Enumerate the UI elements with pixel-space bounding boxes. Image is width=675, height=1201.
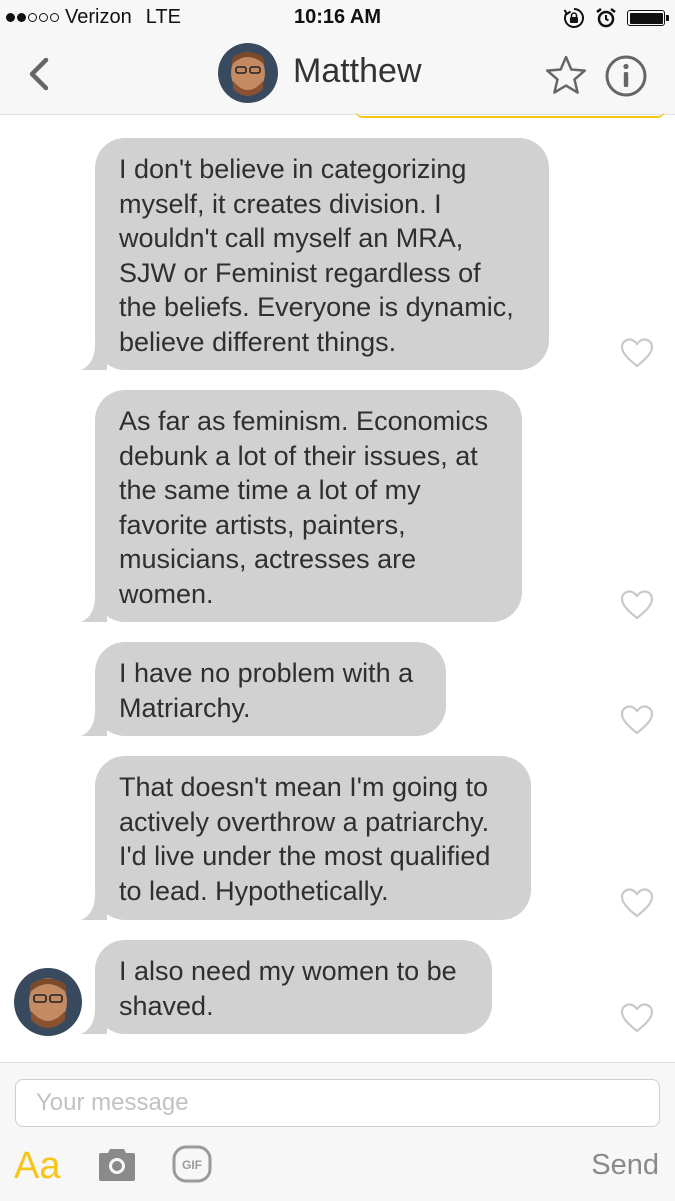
bubble-tail (81, 1008, 107, 1034)
previous-message-edge (355, 110, 665, 118)
info-icon[interactable] (604, 54, 648, 98)
heart-icon[interactable] (620, 337, 654, 369)
message-bubble[interactable]: I don't believe in categorizing myself, … (81, 138, 549, 370)
gif-button[interactable]: GIF (172, 1145, 212, 1183)
send-button[interactable]: Send (591, 1149, 659, 1182)
status-bar: Verizon LTE 10:16 AM (0, 0, 675, 38)
conversation-header: Matthew (0, 38, 675, 118)
message-bubble[interactable]: That doesn't mean I'm going to actively … (81, 756, 531, 920)
heart-icon[interactable] (620, 1002, 654, 1034)
heart-icon[interactable] (620, 704, 654, 736)
star-icon[interactable] (544, 54, 588, 96)
text-format-button[interactable]: Aa (14, 1145, 60, 1188)
message-text: I have no problem with a Matriarchy. (119, 658, 414, 723)
gif-label: GIF (182, 1158, 202, 1172)
sender-avatar[interactable] (14, 968, 82, 1036)
message-composer: Aa GIF Send (0, 1062, 675, 1201)
bubble-tail (81, 894, 107, 920)
message-text: As far as feminism. Economics debunk a l… (119, 406, 489, 609)
message-text: That doesn't mean I'm going to actively … (119, 772, 491, 906)
back-button[interactable] (22, 54, 58, 94)
camera-icon[interactable] (97, 1145, 137, 1183)
message-bubble[interactable]: I have no problem with a Matriarchy. (81, 642, 446, 736)
message-bubble[interactable]: As far as feminism. Economics debunk a l… (81, 390, 522, 622)
contact-name[interactable]: Matthew (293, 52, 422, 91)
heart-icon[interactable] (620, 887, 654, 919)
heart-icon[interactable] (620, 589, 654, 621)
message-text: I also need my women to be shaved. (119, 956, 457, 1021)
message-input[interactable] (15, 1079, 660, 1127)
battery-icon (627, 10, 669, 26)
message-bubble[interactable]: I also need my women to be shaved. (81, 940, 492, 1034)
rotation-lock-icon (563, 8, 584, 28)
bubble-tail (81, 344, 107, 370)
bubble-tail (81, 710, 107, 736)
message-text: I don't believe in categorizing myself, … (119, 154, 514, 357)
alarm-icon (596, 8, 616, 28)
bubble-tail (81, 596, 107, 622)
contact-avatar[interactable] (218, 43, 278, 103)
